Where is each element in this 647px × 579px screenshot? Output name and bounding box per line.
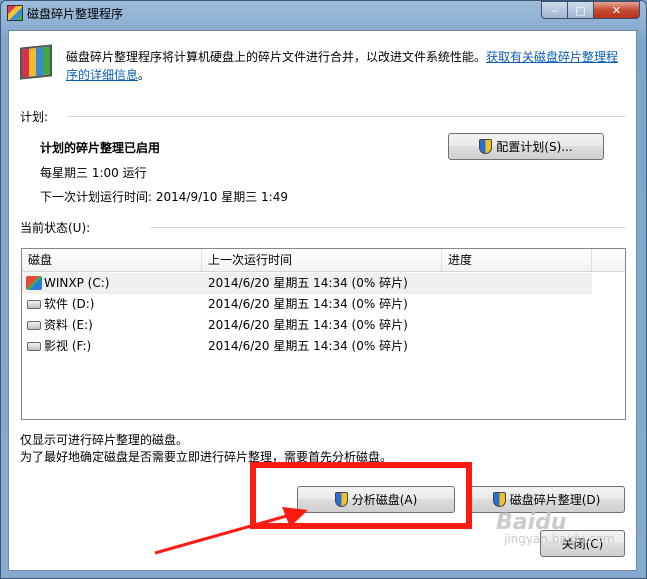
column-header-last-run[interactable]: 上一次运行时间 [202, 249, 442, 271]
window-title: 磁盘碎片整理程序 [27, 7, 124, 21]
hard-drive-icon [27, 342, 41, 351]
column-header-disk[interactable]: 磁盘 [22, 249, 202, 271]
defragment-disk-label: 磁盘碎片整理(D) [509, 493, 601, 507]
uac-shield-icon [479, 139, 493, 154]
disk-list-header: 磁盘 上一次运行时间 进度 [22, 249, 625, 272]
disk-name: 软件 (D:) [44, 297, 95, 311]
column-header-progress[interactable]: 进度 [442, 249, 592, 271]
disk-last-run: 2014/6/20 星期五 14:34 (0% 碎片) [208, 318, 408, 332]
defrag-app-icon [7, 5, 23, 21]
disk-row-f[interactable]: 影视 (F:) 2014/6/20 星期五 14:34 (0% 碎片) [22, 336, 592, 357]
disk-name: WINXP (C:) [44, 276, 110, 290]
uac-shield-icon [492, 492, 506, 507]
disk-name: 影视 (F:) [44, 339, 92, 353]
disk-last-run: 2014/6/20 星期五 14:34 (0% 碎片) [208, 297, 408, 311]
schedule-frequency: 每星期三 1:00 运行 [40, 166, 147, 180]
schedule-next-run: 下一次计划运行时间: 2014/9/10 星期三 1:49 [40, 190, 288, 204]
configure-schedule-button[interactable]: 配置计划(S)... [448, 133, 604, 160]
close-window-button[interactable]: ✕ [594, 1, 640, 19]
windows-drive-icon [26, 276, 42, 290]
disk-list[interactable]: 磁盘 上一次运行时间 进度 WINXP (C:) 2014/6/20 星期五 1… [21, 248, 626, 420]
configure-schedule-label: 配置计划(S)... [496, 140, 573, 154]
schedule-divider [68, 116, 626, 117]
arrow-pointer-icon [154, 507, 308, 555]
window-controls: – □ ✕ [541, 1, 640, 20]
hard-drive-icon [27, 321, 41, 330]
disk-row-d[interactable]: 软件 (D:) 2014/6/20 星期五 14:34 (0% 碎片) [22, 294, 592, 315]
disk-row-c[interactable]: WINXP (C:) 2014/6/20 星期五 14:34 (0% 碎片) [22, 273, 592, 294]
baidu-watermark-url: jingyan.baidu.com [504, 532, 615, 546]
disk-row-e[interactable]: 资料 (E:) 2014/6/20 星期五 14:34 (0% 碎片) [22, 315, 592, 336]
intro-period: 。 [138, 68, 151, 82]
schedule-status: 计划的碎片整理已启用 [40, 141, 161, 155]
schedule-section-label: 计划: [20, 110, 49, 124]
current-status-section-label: 当前状态(U): [20, 221, 91, 235]
defrag-large-icon [20, 44, 52, 80]
minimize-button[interactable]: – [541, 1, 568, 19]
disk-name: 资料 (E:) [44, 318, 93, 332]
intro-text: 磁盘碎片整理程序将计算机硬盘上的碎片文件进行合并，以改进文件系统性能。获取有关磁… [66, 48, 626, 84]
disk-last-run: 2014/6/20 星期五 14:34 (0% 碎片) [208, 339, 408, 353]
defragment-disk-button[interactable]: 磁盘碎片整理(D) [468, 486, 625, 513]
disk-last-run: 2014/6/20 星期五 14:34 (0% 碎片) [208, 276, 408, 290]
maximize-button[interactable]: □ [568, 1, 594, 19]
note-defraggable-only: 仅显示可进行碎片整理的磁盘。 [20, 433, 189, 447]
intro-description: 磁盘碎片整理程序将计算机硬盘上的碎片文件进行合并，以改进文件系统性能。 [66, 50, 487, 64]
current-status-divider [150, 227, 626, 228]
title-bar[interactable]: 磁盘碎片整理程序 – □ ✕ [1, 1, 646, 25]
hard-drive-icon [27, 300, 41, 309]
